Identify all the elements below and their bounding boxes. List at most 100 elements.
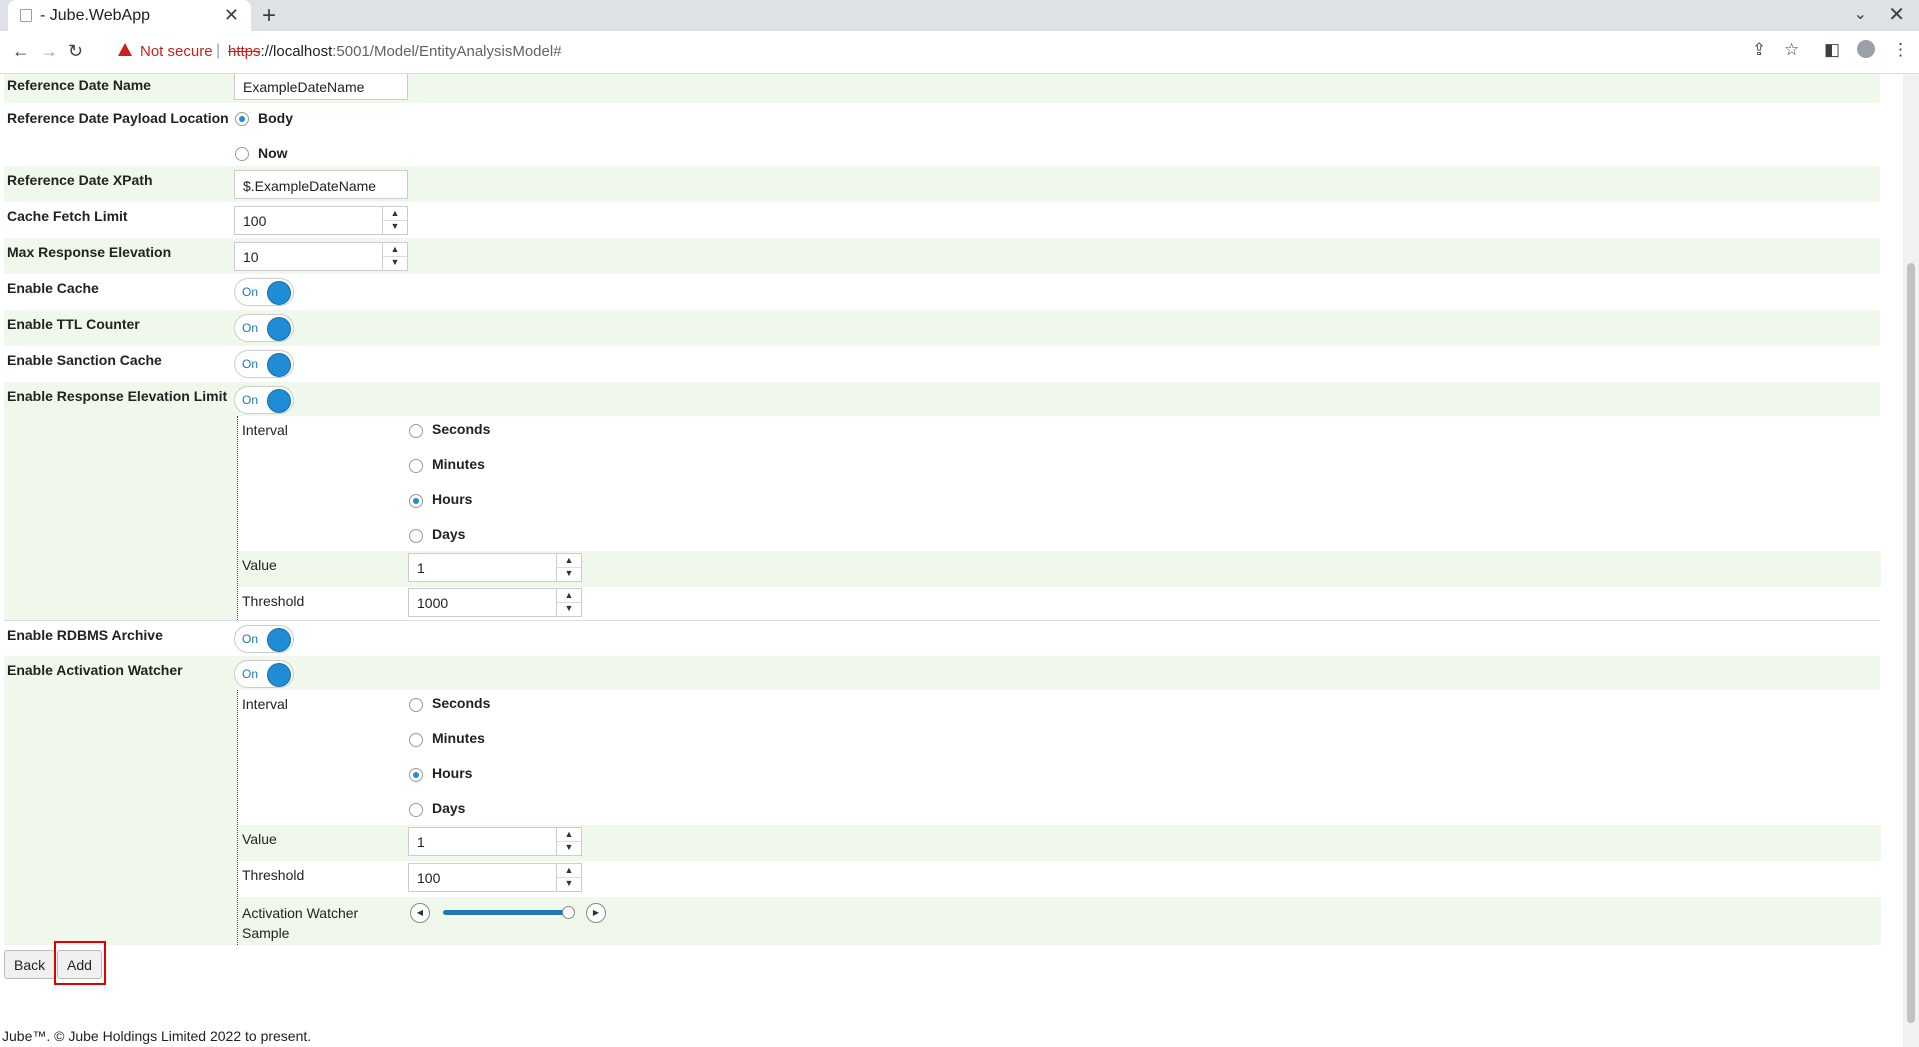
add-button-highlight [54,941,106,985]
enable-sanction-cache-label: Enable Sanction Cache [7,352,162,368]
aw-days-label: Days [432,800,466,816]
spin-up-icon[interactable]: ▲ [557,828,581,842]
spin-up-icon[interactable]: ▲ [557,864,581,878]
spin-down-icon[interactable]: ▼ [557,841,581,854]
back-arrow-icon[interactable]: ← [12,41,30,62]
aw-value-stepper[interactable]: 1 ▲ ▼ [408,827,582,856]
max-response-elevation-stepper[interactable]: 10 ▲ ▼ [234,242,408,271]
max-response-elevation-label: Max Response Elevation [7,244,172,260]
cache-fetch-limit-stepper[interactable]: 100 ▲ ▼ [234,206,408,235]
side-panel-icon[interactable]: ◧ [1824,40,1840,60]
rel-minutes-radio[interactable] [409,459,423,473]
reference-date-xpath-label: Reference Date XPath [7,172,153,188]
spin-down-icon[interactable]: ▼ [383,220,407,233]
row-reference-date-payload-location: Reference Date Payload Location Body Now [4,103,1880,166]
rel-interval-label: Interval [242,422,288,438]
aw-threshold-row: Threshold 100 ▲ ▼ [238,861,1881,897]
address-separator: | [216,42,221,59]
reload-icon[interactable]: ↻ [68,41,83,62]
share-icon[interactable]: ⇪ [1752,40,1766,60]
aw-sample-slider[interactable] [443,906,575,919]
row-enable-sanction-cache: Enable Sanction Cache On [4,346,1880,382]
page-scrollbar[interactable] [1903,74,1919,1047]
spin-down-icon[interactable]: ▼ [557,877,581,890]
payload-body-label: Body [258,110,293,126]
slider-right-arrow-icon[interactable]: ▶ [586,903,606,923]
enable-activation-watcher-label: Enable Activation Watcher [7,662,183,678]
spin-up-icon[interactable]: ▲ [383,207,407,221]
payload-now-radio[interactable] [235,147,249,161]
rel-threshold-row: Threshold 1000 ▲ ▼ [238,587,1881,620]
aw-hours-label: Hours [432,765,473,781]
tab-search-chevron-icon[interactable]: ⌄ [1854,4,1867,24]
payload-now-label: Now [258,145,288,161]
rel-hours-label: Hours [432,491,473,507]
rel-threshold-stepper[interactable]: 1000 ▲ ▼ [408,588,582,617]
row-enable-activation-watcher: Enable Activation Watcher On Interval Se… [4,656,1881,945]
aw-minutes-radio[interactable] [409,733,423,747]
aw-seconds-radio[interactable] [409,698,423,712]
payload-body-radio[interactable] [235,112,249,126]
bookmark-star-icon[interactable]: ☆ [1784,40,1799,60]
spin-down-icon[interactable]: ▼ [557,602,581,615]
activation-watcher-panel: Interval Seconds Minutes Hours Days Valu… [237,690,1881,945]
menu-kebab-icon[interactable]: ⋮ [1892,40,1909,60]
slider-handle[interactable] [562,906,575,919]
rel-value-row: Value 1 ▲ ▼ [238,551,1881,587]
row-cache-fetch-limit: Cache Fetch Limit 100 ▲ ▼ [4,202,1880,238]
enable-rdbms-archive-toggle[interactable]: On [234,625,294,653]
spin-up-icon[interactable]: ▲ [383,243,407,257]
rel-threshold-label: Threshold [242,593,305,609]
rel-days-radio[interactable] [409,529,423,543]
browser-tab-bar: - Jube.WebApp ✕ + ⌄ ✕ [0,0,1919,31]
footer-copyright: Jube™. © Jube Holdings Limited 2022 to p… [2,1028,312,1044]
browser-toolbar: ← → ↻ Not secure | https://localhost:500… [0,31,1919,74]
spin-up-icon[interactable]: ▲ [557,554,581,568]
spin-up-icon[interactable]: ▲ [557,589,581,603]
enable-cache-toggle[interactable]: On [234,278,294,306]
aw-days-radio[interactable] [409,803,423,817]
slider-left-arrow-icon[interactable]: ◀ [410,903,430,923]
spin-down-icon[interactable]: ▼ [557,567,581,580]
back-button[interactable]: Back [4,950,56,979]
cache-fetch-limit-label: Cache Fetch Limit [7,208,128,224]
spin-down-icon[interactable]: ▼ [383,256,407,269]
close-tab-icon[interactable]: ✕ [224,5,239,26]
reference-date-name-label: Reference Date Name [7,77,151,93]
rel-hours-radio[interactable] [409,494,423,508]
row-enable-cache: Enable Cache On [4,274,1880,310]
reference-date-name-input[interactable]: ExampleDateName [234,74,408,100]
enable-ttl-counter-label: Enable TTL Counter [7,316,140,332]
rel-seconds-label: Seconds [432,421,491,437]
aw-threshold-stepper[interactable]: 100 ▲ ▼ [408,863,582,892]
page-favicon-icon [20,9,32,22]
url-text: https://localhost:5001/Model/EntityAnaly… [228,43,562,60]
rel-minutes-label: Minutes [432,456,485,472]
enable-rdbms-archive-label: Enable RDBMS Archive [7,627,163,643]
enable-cache-label: Enable Cache [7,280,99,296]
rel-seconds-radio[interactable] [409,424,423,438]
enable-ttl-counter-toggle[interactable]: On [234,314,294,342]
enable-response-elevation-limit-toggle[interactable]: On [234,386,294,414]
new-tab-icon[interactable]: + [262,2,276,30]
scrollbar-thumb[interactable] [1907,263,1915,1023]
browser-tab[interactable]: - Jube.WebApp ✕ [8,0,251,31]
row-reference-date-xpath: Reference Date XPath $.ExampleDateName [4,166,1880,202]
warning-icon [118,43,132,56]
aw-seconds-label: Seconds [432,695,491,711]
enable-sanction-cache-toggle[interactable]: On [234,350,294,378]
aw-hours-radio[interactable] [409,768,423,782]
cache-fetch-limit-value: 100 [243,213,267,229]
rel-value-stepper[interactable]: 1 ▲ ▼ [408,553,582,582]
aw-minutes-label: Minutes [432,730,485,746]
profile-avatar-icon[interactable] [1857,40,1875,58]
rel-value-label: Value [242,557,277,573]
row-reference-date-name: Reference Date Name ExampleDateName [4,74,1880,103]
address-bar[interactable]: Not secure | https://localhost:5001/Mode… [108,36,1758,68]
forward-arrow-icon[interactable]: → [40,41,58,62]
max-response-elevation-value: 10 [243,249,259,265]
enable-activation-watcher-toggle[interactable]: On [234,660,294,688]
window-close-icon[interactable]: ✕ [1888,2,1905,27]
reference-date-xpath-input[interactable]: $.ExampleDateName [234,170,408,199]
aw-threshold-label: Threshold [242,867,305,883]
